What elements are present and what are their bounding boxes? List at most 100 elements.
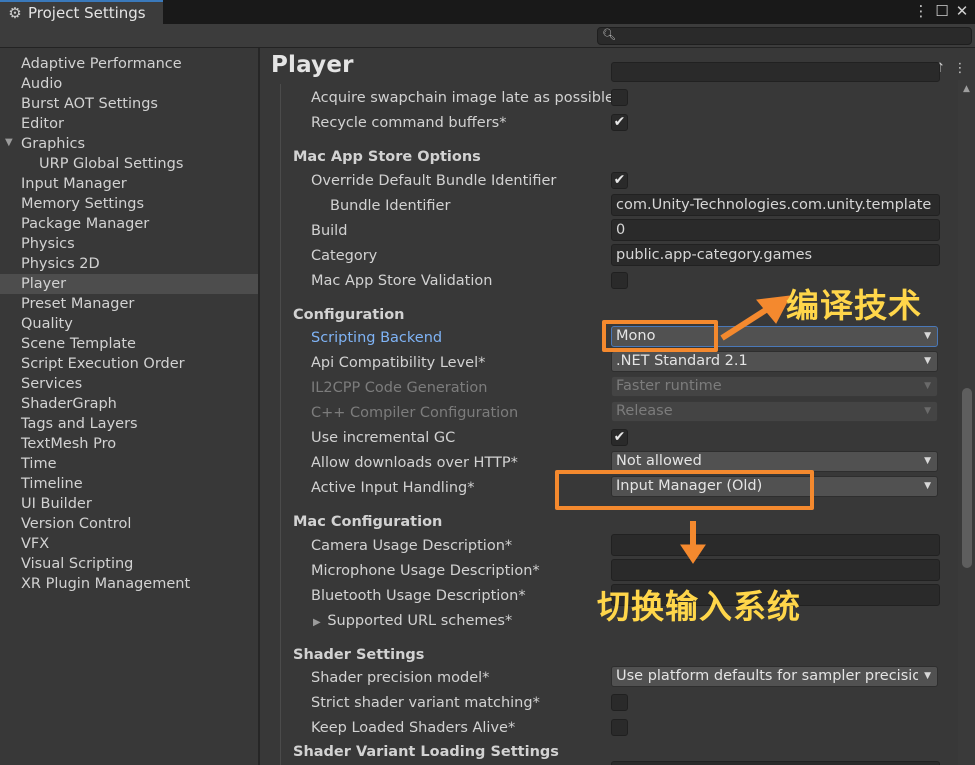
api-level-dropdown[interactable]: .NET Standard 2.1 ▼ bbox=[611, 351, 938, 372]
checkbox-override-bundle[interactable]: ✔ bbox=[611, 172, 628, 189]
label-http-downloads: Allow downloads over HTTP* bbox=[311, 455, 518, 471]
url-schemes-foldout[interactable]: ▶ Supported URL schemes* bbox=[313, 611, 512, 631]
sidebar-item-physics-2d[interactable]: Physics 2D bbox=[0, 254, 258, 274]
sidebar-item-graphics[interactable]: Graphics bbox=[0, 134, 258, 154]
label-input-handling: Active Input Handling* bbox=[311, 480, 475, 496]
scrolled-field-partial[interactable] bbox=[611, 62, 940, 82]
label-url-schemes: Supported URL schemes* bbox=[327, 613, 513, 629]
label-scripting-backend: Scripting Backend bbox=[311, 330, 443, 346]
triangle-down-icon: ▼ bbox=[924, 456, 931, 466]
build-field[interactable]: 0 bbox=[611, 219, 940, 241]
sidebar-item-burst-aot[interactable]: Burst AOT Settings bbox=[0, 94, 258, 114]
triangle-down-icon: ▼ bbox=[924, 481, 931, 491]
sidebar-item-physics[interactable]: Physics bbox=[0, 234, 258, 254]
annotation-compile-tech: 编译技术 bbox=[786, 286, 922, 325]
cpp-config-value: Release bbox=[616, 403, 673, 419]
sidebar-item-urp-global[interactable]: URP Global Settings bbox=[0, 154, 258, 174]
sidebar-item-script-execution-order[interactable]: Script Execution Order bbox=[0, 354, 258, 374]
tab-project-settings[interactable]: ⚙ Project Settings bbox=[0, 0, 163, 24]
triangle-down-icon: ▼ bbox=[924, 381, 931, 391]
label-category: Category bbox=[311, 248, 378, 264]
label-store-validation: Mac App Store Validation bbox=[311, 273, 493, 289]
cpp-config-dropdown: Release ▼ bbox=[611, 401, 938, 422]
label-camera-usage: Camera Usage Description* bbox=[311, 538, 513, 554]
http-downloads-dropdown[interactable]: Not allowed ▼ bbox=[611, 451, 938, 472]
tab-title: Project Settings bbox=[28, 4, 146, 22]
label-keep-shaders: Keep Loaded Shaders Alive* bbox=[311, 720, 516, 736]
window-tab-bar: ⚙ Project Settings ⋮ ☐ ✕ bbox=[0, 0, 975, 24]
annotation-box-scripting-backend bbox=[602, 320, 718, 352]
checkbox-recycle-buffers[interactable]: ✔ bbox=[611, 114, 628, 131]
sidebar-item-graphics-row[interactable]: ▼ Graphics bbox=[0, 134, 258, 154]
label-acquire-swapchain: Acquire swapchain image late as possible bbox=[311, 90, 614, 106]
http-downloads-value: Not allowed bbox=[616, 453, 702, 469]
scroll-up-icon[interactable]: ▲ bbox=[963, 84, 970, 94]
annotation-box-input-handling bbox=[555, 470, 814, 510]
sidebar-item-time[interactable]: Time bbox=[0, 454, 258, 474]
sidebar-item-shadergraph[interactable]: ShaderGraph bbox=[0, 394, 258, 414]
section-configuration: Configuration bbox=[293, 307, 405, 323]
il2cpp-gen-dropdown: Faster runtime ▼ bbox=[611, 376, 938, 397]
sidebar-item-xr-plugin-management[interactable]: XR Plugin Management bbox=[0, 574, 258, 594]
player-settings-panel: Player ? ⇵ ⋮ Acquire swapchain image lat… bbox=[260, 48, 975, 765]
scrollbar-thumb[interactable] bbox=[962, 388, 972, 568]
checkmark-icon: ✔ bbox=[613, 114, 626, 130]
sidebar-item-editor[interactable]: Editor bbox=[0, 114, 258, 134]
sidebar-item-timeline[interactable]: Timeline bbox=[0, 474, 258, 494]
shader-precision-dropdown[interactable]: Use platform defaults for sampler precis… bbox=[611, 666, 938, 687]
camera-usage-field[interactable] bbox=[611, 534, 940, 556]
sidebar-item-package-manager[interactable]: Package Manager bbox=[0, 214, 258, 234]
settings-sidebar: Adaptive Performance Audio Burst AOT Set… bbox=[0, 48, 258, 765]
checkbox-incremental-gc[interactable]: ✔ bbox=[611, 429, 628, 446]
search-icon: 🔍︎ bbox=[602, 28, 616, 41]
gear-icon: ⚙ bbox=[8, 4, 22, 22]
triangle-down-icon: ▼ bbox=[924, 671, 931, 681]
checkbox-acquire-swapchain[interactable] bbox=[611, 89, 628, 106]
sidebar-item-tags-and-layers[interactable]: Tags and Layers bbox=[0, 414, 258, 434]
checkbox-keep-shaders[interactable] bbox=[611, 719, 628, 736]
page-title: Player bbox=[271, 52, 354, 78]
sidebar-item-visual-scripting[interactable]: Visual Scripting bbox=[0, 554, 258, 574]
indent-guide bbox=[280, 84, 281, 765]
sidebar-item-input-manager[interactable]: Input Manager bbox=[0, 174, 258, 194]
label-build: Build bbox=[311, 223, 348, 239]
mic-usage-field[interactable] bbox=[611, 559, 940, 581]
sidebar-item-player[interactable]: Player bbox=[0, 274, 258, 294]
label-il2cpp-gen: IL2CPP Code Generation bbox=[311, 380, 488, 396]
kebab-menu-icon[interactable]: ⋮ bbox=[912, 2, 930, 20]
close-icon[interactable]: ✕ bbox=[953, 2, 971, 20]
label-override-bundle: Override Default Bundle Identifier bbox=[311, 173, 557, 189]
sidebar-item-services[interactable]: Services bbox=[0, 374, 258, 394]
sidebar-item-adaptive-performance[interactable]: Adaptive Performance bbox=[0, 54, 258, 74]
sidebar-item-version-control[interactable]: Version Control bbox=[0, 514, 258, 534]
checkbox-store-validation[interactable] bbox=[611, 272, 628, 289]
sidebar-item-audio[interactable]: Audio bbox=[0, 74, 258, 94]
sidebar-item-textmesh-pro[interactable]: TextMesh Pro bbox=[0, 434, 258, 454]
annotation-switch-input: 切换输入系统 bbox=[597, 587, 801, 626]
search-input[interactable]: 🔍︎ bbox=[597, 27, 972, 45]
label-cpp-config: C++ Compiler Configuration bbox=[311, 405, 519, 421]
sidebar-item-quality[interactable]: Quality bbox=[0, 314, 258, 334]
label-api-level: Api Compatibility Level* bbox=[311, 355, 486, 371]
section-shader-settings: Shader Settings bbox=[293, 647, 425, 663]
maximize-icon[interactable]: ☐ bbox=[933, 2, 951, 20]
triangle-right-icon: ▶ bbox=[313, 617, 321, 628]
label-recycle-buffers: Recycle command buffers* bbox=[311, 115, 507, 131]
checkbox-strict-shader[interactable] bbox=[611, 694, 628, 711]
sidebar-item-memory-settings[interactable]: Memory Settings bbox=[0, 194, 258, 214]
category-field[interactable]: public.app-category.games bbox=[611, 244, 940, 266]
api-level-value: .NET Standard 2.1 bbox=[616, 353, 748, 369]
sidebar-item-vfx[interactable]: VFX bbox=[0, 534, 258, 554]
shader-precision-value: Use platform defaults for sampler precis… bbox=[616, 668, 918, 684]
label-incremental-gc: Use incremental GC bbox=[311, 430, 456, 446]
section-mac-configuration: Mac Configuration bbox=[293, 514, 443, 530]
section-shader-variant-loading: Shader Variant Loading Settings bbox=[293, 744, 559, 760]
context-menu-icon[interactable]: ⋮ bbox=[952, 60, 968, 76]
sidebar-item-ui-builder[interactable]: UI Builder bbox=[0, 494, 258, 514]
sidebar-item-preset-manager[interactable]: Preset Manager bbox=[0, 294, 258, 314]
sidebar-item-scene-template[interactable]: Scene Template bbox=[0, 334, 258, 354]
bundle-identifier-field[interactable]: com.Unity-Technologies.com.unity.templat… bbox=[611, 194, 940, 216]
triangle-down-icon: ▼ bbox=[924, 331, 931, 341]
label-mic-usage: Microphone Usage Description* bbox=[311, 563, 540, 579]
scrolled-field-partial-bottom[interactable] bbox=[611, 761, 940, 765]
